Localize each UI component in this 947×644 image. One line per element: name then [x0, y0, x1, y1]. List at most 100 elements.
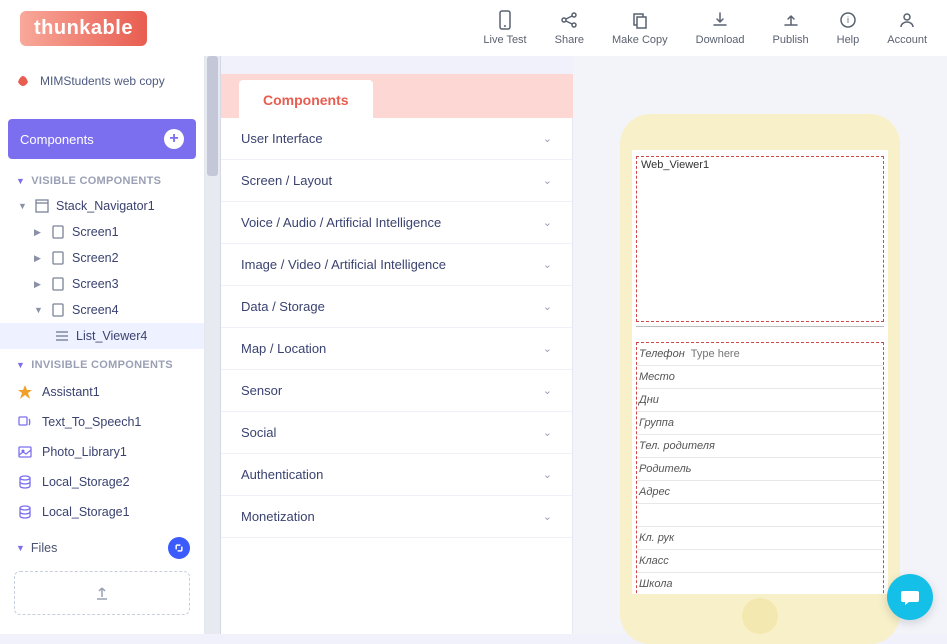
tree-screen4[interactable]: ▼ Screen4	[0, 297, 204, 323]
field-input[interactable]	[677, 575, 737, 593]
cat-ui[interactable]: User Interface⌄	[221, 118, 572, 160]
download-button[interactable]: Download	[696, 10, 745, 46]
sidebar-scrollbar[interactable]	[205, 56, 221, 634]
account-button[interactable]: Account	[887, 10, 927, 46]
cat-sensor[interactable]: Sensor⌄	[221, 370, 572, 412]
form-row[interactable]: Школа	[637, 573, 883, 594]
field-input[interactable]	[719, 437, 779, 455]
assistant-icon	[16, 383, 34, 401]
help-button[interactable]: i Help	[837, 10, 860, 46]
field-input[interactable]	[679, 368, 739, 386]
caret-right-icon: ▶	[34, 227, 44, 238]
form-row[interactable]: Родитель	[637, 458, 883, 481]
list-icon	[54, 328, 70, 344]
inv-assistant[interactable]: Assistant1	[0, 377, 204, 407]
cat-screen-layout[interactable]: Screen / Layout⌄	[221, 160, 572, 202]
inv-tts[interactable]: Text_To_Speech1	[0, 407, 204, 437]
project-icon	[14, 72, 32, 90]
phone-icon	[495, 10, 515, 30]
caret-right-icon: ▶	[34, 279, 44, 290]
form-row[interactable]: Место	[637, 366, 883, 389]
publish-button[interactable]: Publish	[773, 10, 809, 46]
chevron-down-icon: ⌄	[543, 174, 552, 187]
form-row[interactable]: Группа	[637, 412, 883, 435]
field-input[interactable]	[663, 391, 723, 409]
form-row[interactable]: Класс	[637, 550, 883, 573]
form-row[interactable]: Дни	[637, 389, 883, 412]
form-row[interactable]: Тел. родителя	[637, 435, 883, 458]
category-list: User Interface⌄ Screen / Layout⌄ Voice /…	[221, 118, 573, 634]
cat-data-storage[interactable]: Data / Storage⌄	[221, 286, 572, 328]
field-input[interactable]	[643, 506, 703, 524]
cat-image-video-ai[interactable]: Image / Video / Artificial Intelligence⌄	[221, 244, 572, 286]
support-chat-button[interactable]	[887, 574, 933, 620]
field-input[interactable]	[678, 414, 738, 432]
database-icon	[16, 503, 34, 521]
components-header[interactable]: Components +	[8, 119, 196, 159]
chevron-down-icon: ⌄	[543, 342, 552, 355]
screen-icon	[50, 250, 66, 266]
scrollbar-thumb[interactable]	[207, 56, 218, 176]
cat-social[interactable]: Social⌄	[221, 412, 572, 454]
tree-stack-navigator[interactable]: ▼ Stack_Navigator1	[0, 193, 204, 219]
field-input[interactable]	[673, 552, 733, 570]
cat-voice-audio-ai[interactable]: Voice / Audio / Artificial Intelligence⌄	[221, 202, 572, 244]
cat-monetization[interactable]: Monetization⌄	[221, 496, 572, 538]
phone-input[interactable]	[689, 345, 883, 363]
form-row-phone[interactable]: Телефон	[637, 343, 883, 366]
inv-storage2[interactable]: Local_Storage2	[0, 467, 204, 497]
form-row[interactable]: Кл. рук	[637, 527, 883, 550]
cat-authentication[interactable]: Authentication⌄	[221, 454, 572, 496]
make-copy-button[interactable]: Make Copy	[612, 10, 668, 46]
center-panel: Components User Interface⌄ Screen / Layo…	[221, 56, 573, 634]
download-icon	[710, 10, 730, 30]
preview-webviewer[interactable]: Web_Viewer1	[636, 156, 884, 322]
chevron-down-icon: ⌄	[543, 132, 552, 145]
tree-list-viewer4[interactable]: List_Viewer4	[0, 323, 204, 349]
chevron-down-icon: ⌄	[543, 510, 552, 523]
tree-screen2[interactable]: ▶ Screen2	[0, 245, 204, 271]
caret-down-icon: ▼	[34, 305, 44, 315]
share-button[interactable]: Share	[555, 10, 584, 46]
expand-files-button[interactable]	[168, 537, 190, 559]
tree-screen1[interactable]: ▶ Screen1	[0, 219, 204, 245]
field-input[interactable]	[674, 483, 734, 501]
cat-map-location[interactable]: Map / Location⌄	[221, 328, 572, 370]
live-test-button[interactable]: Live Test	[483, 10, 526, 46]
chevron-down-icon: ▼	[16, 543, 25, 553]
chevron-down-icon: ⌄	[543, 384, 552, 397]
tree-screen3[interactable]: ▶ Screen3	[0, 271, 204, 297]
design-canvas[interactable]: Web_Viewer1 Телефон Место Дни Группа Тел…	[573, 56, 947, 634]
left-sidebar: MIMStudents web copy Components + ▼ VISI…	[0, 56, 205, 634]
upload-dropzone[interactable]	[14, 571, 190, 615]
preview-form[interactable]: Телефон Место Дни Группа Тел. родителя Р…	[636, 342, 884, 594]
chevron-down-icon: ▼	[16, 360, 25, 370]
screen-icon	[50, 302, 66, 318]
logo[interactable]: thunkable	[20, 11, 147, 46]
webviewer-label: Web_Viewer1	[641, 159, 709, 171]
phone-screen[interactable]: Web_Viewer1 Телефон Место Дни Группа Тел…	[632, 150, 888, 594]
project-row[interactable]: MIMStudents web copy	[10, 66, 194, 96]
files-header[interactable]: ▼Files	[0, 527, 204, 567]
invisible-section-label[interactable]: ▼ INVISIBLE COMPONENTS	[0, 349, 204, 377]
inv-photo[interactable]: Photo_Library1	[0, 437, 204, 467]
field-input[interactable]	[678, 529, 738, 547]
field-input[interactable]	[695, 460, 755, 478]
help-icon: i	[838, 10, 858, 30]
copy-icon	[630, 10, 650, 30]
database-icon	[16, 473, 34, 491]
upload-icon	[93, 584, 111, 602]
inv-storage1[interactable]: Local_Storage1	[0, 497, 204, 527]
tab-components[interactable]: Components	[239, 80, 373, 118]
svg-text:i: i	[847, 15, 849, 25]
form-row[interactable]	[637, 504, 883, 527]
form-row[interactable]: Адрес	[637, 481, 883, 504]
tab-strip: Components	[221, 74, 573, 118]
chevron-down-icon: ⌄	[543, 258, 552, 271]
share-icon	[559, 10, 579, 30]
screen-icon	[50, 224, 66, 240]
add-component-button[interactable]: +	[164, 129, 184, 149]
layout-icon	[34, 198, 50, 214]
chevron-down-icon: ⌄	[543, 216, 552, 229]
visible-section-label[interactable]: ▼ VISIBLE COMPONENTS	[0, 165, 204, 193]
